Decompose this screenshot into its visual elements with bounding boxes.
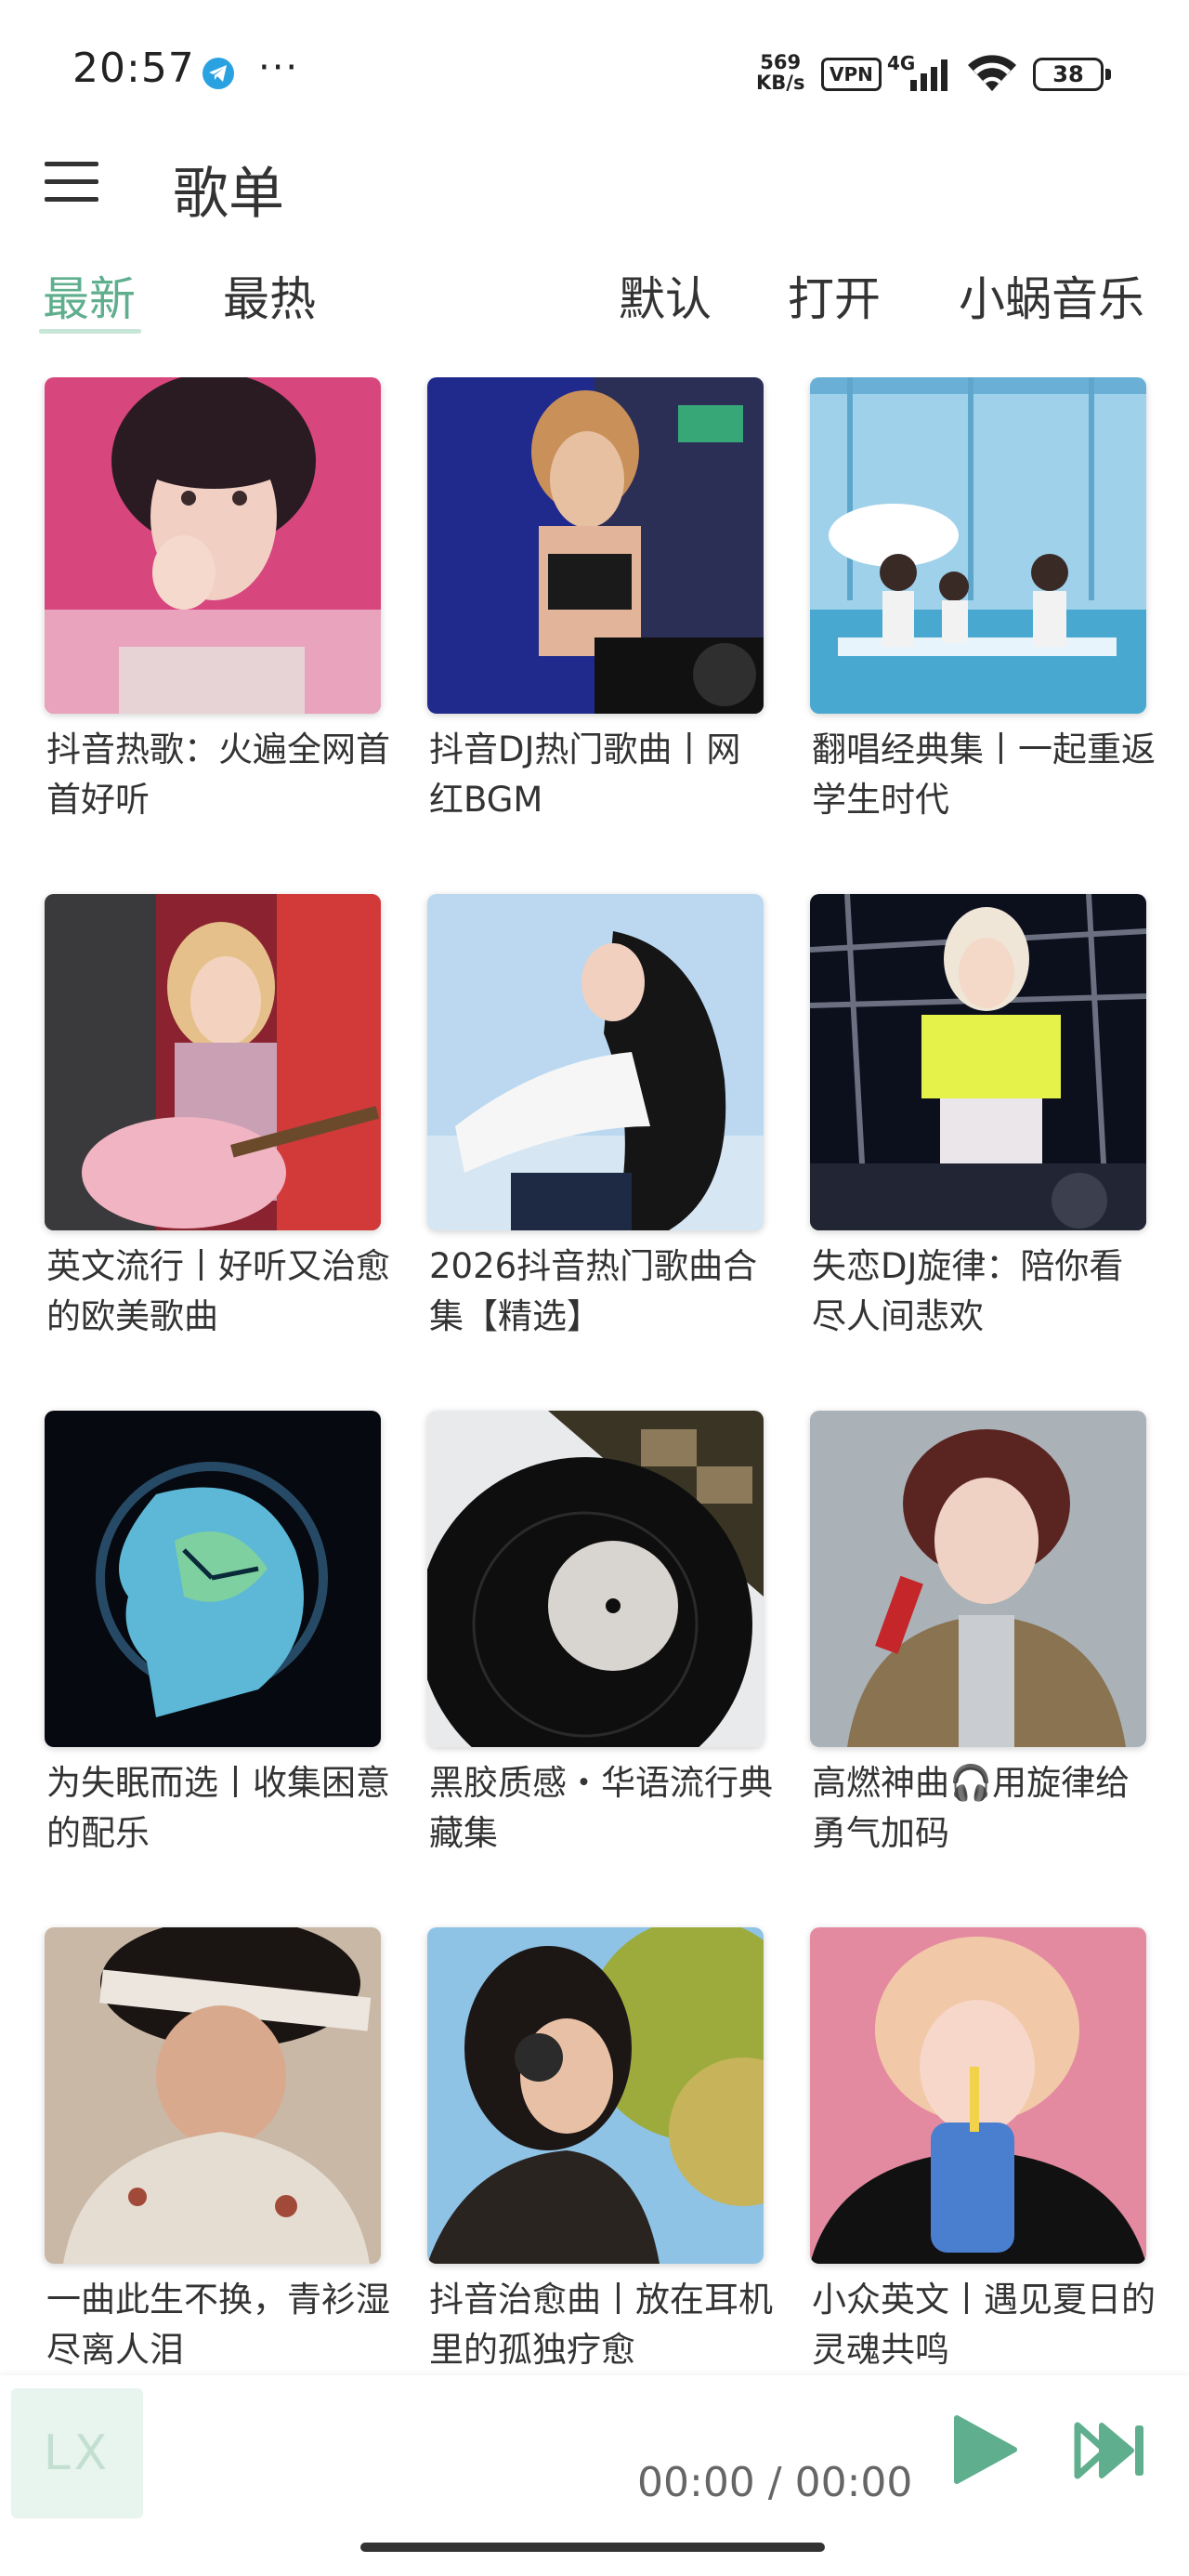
vpn-badge: VPN [821, 58, 882, 91]
playlist-cover [45, 1411, 381, 1747]
playlist-cover [45, 377, 381, 714]
tab-latest[interactable]: 最新 [43, 262, 136, 329]
battery-icon: 38 [1033, 58, 1111, 91]
net-speed-value: 569 [760, 51, 802, 73]
playlist-title: 高燃神曲🎧用旋律给勇气加码 [812, 1763, 1130, 1853]
source-button[interactable]: 小蜗音乐 [959, 262, 1144, 329]
playlist-cover [45, 894, 381, 1230]
playlist-title: 抖音DJ热门歌曲丨网红BGM [429, 729, 741, 820]
playlist-card[interactable]: 抖音DJ热门歌曲丨网红BGM [427, 377, 765, 879]
playlist-title: 抖音治愈曲丨放在耳机里的孤独疗愈 [429, 2280, 773, 2370]
net-speed-unit: KB/s [756, 72, 805, 94]
status-time: 20:57 [72, 45, 195, 92]
playlist-card[interactable]: 为失眠而选丨收集困意的配乐 [45, 1411, 390, 1912]
status-bar: 20:57 ··· 569 KB/s VPN 4G 38 [0, 0, 1189, 149]
sort-default-button[interactable]: 默认 [619, 262, 712, 329]
open-button[interactable]: 打开 [788, 262, 881, 329]
telegram-icon [203, 58, 234, 89]
tab-bar: 最新 最热 默认 打开 小蜗音乐 [0, 262, 1189, 336]
playlist-title: 黑胶质感・华语流行典藏集 [429, 1763, 773, 1853]
playlist-cover [427, 377, 764, 714]
playlist-card[interactable]: 一曲此生不换，青衫湿尽离人泪 [45, 1927, 390, 2375]
playlist-card[interactable]: 英文流行丨好听又治愈的欧美歌曲 [45, 894, 390, 1396]
page-title: 歌单 [173, 162, 284, 227]
battery-level: 38 [1052, 61, 1084, 87]
playlist-cover [810, 377, 1146, 714]
wifi-icon [968, 55, 1016, 91]
playlist-card[interactable]: 失恋DJ旋律：陪你看尽人间悲欢 [810, 894, 1148, 1396]
playlist-cover [45, 1927, 381, 2264]
playlist-cover [810, 894, 1146, 1230]
signal-icon [910, 59, 947, 91]
menu-icon[interactable] [45, 160, 98, 204]
playlist-card[interactable]: 黑胶质感・华语流行典藏集 [427, 1411, 773, 1912]
playlist-title: 英文流行丨好听又治愈的欧美歌曲 [46, 1246, 390, 1336]
play-icon[interactable] [947, 2412, 1022, 2487]
more-notifications-icon: ··· [258, 46, 300, 89]
playlist-card[interactable]: 小众英文丨遇见夏日的灵魂共鸣 [810, 1927, 1156, 2375]
playlist-cover [427, 1411, 764, 1747]
net-speed: 569 KB/s [756, 52, 804, 93]
playlist-grid: 抖音热歌：火遍全网首首好听 抖音DJ热门歌曲丨网红BGM 翻唱经典集丨一起重返学… [0, 377, 1189, 2375]
tab-hottest[interactable]: 最热 [223, 262, 316, 329]
playlist-title: 为失眠而选丨收集困意的配乐 [46, 1763, 390, 1853]
playlist-title: 小众英文丨遇见夏日的灵魂共鸣 [812, 2280, 1156, 2370]
next-icon[interactable] [1074, 2420, 1150, 2481]
playlist-card[interactable]: 翻唱经典集丨一起重返学生时代 [810, 377, 1156, 879]
playlist-title: 抖音热歌：火遍全网首首好听 [46, 729, 390, 820]
playlist-title: 2026抖音热门歌曲合集【精选】 [429, 1246, 758, 1336]
playlist-card[interactable]: 2026抖音热门歌曲合集【精选】 [427, 894, 765, 1396]
playlist-title: 翻唱经典集丨一起重返学生时代 [812, 729, 1156, 820]
playlist-cover [810, 1411, 1146, 1747]
player-time: 00:00 / 00:00 [637, 2459, 913, 2506]
playlist-card[interactable]: 高燃神曲🎧用旋律给勇气加码 [810, 1411, 1148, 1912]
active-tab-indicator [39, 329, 141, 334]
playlist-title: 失恋DJ旋律：陪你看尽人间悲欢 [812, 1246, 1124, 1336]
playlist-card[interactable]: 抖音治愈曲丨放在耳机里的孤独疗愈 [427, 1927, 773, 2375]
playlist-card[interactable]: 抖音热歌：火遍全网首首好听 [45, 377, 390, 879]
playlist-cover [427, 1927, 764, 2264]
home-indicator[interactable] [360, 2543, 825, 2552]
playlist-cover [810, 1927, 1146, 2264]
playlist-title: 一曲此生不换，青衫湿尽离人泪 [46, 2280, 390, 2370]
player-album-art[interactable]: LX [11, 2388, 143, 2518]
player-bar: LX 00:00 / 00:00 [0, 2375, 1189, 2576]
playlist-cover [427, 894, 764, 1230]
